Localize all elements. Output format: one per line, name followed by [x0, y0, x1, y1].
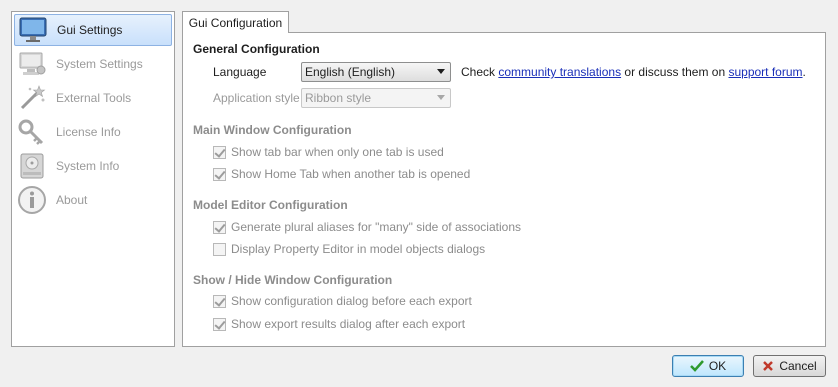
chevron-down-icon: [437, 95, 445, 100]
property-editor-checkbox[interactable]: [213, 242, 226, 256]
sidebar-item-label: External Tools: [56, 91, 132, 105]
config-dialog-option[interactable]: Show configuration dialog before each ex…: [213, 294, 472, 308]
show-home-tab-checkbox[interactable]: [213, 167, 226, 181]
application-style-select[interactable]: Ribbon style: [301, 88, 451, 108]
sidebar-item-label: License Info: [56, 125, 121, 139]
sidebar-item-license-info[interactable]: License Info: [14, 116, 172, 148]
ok-button-label: OK: [708, 359, 727, 373]
ok-button[interactable]: OK: [672, 355, 744, 377]
application-style-value: Ribbon style: [305, 91, 372, 105]
export-results-checkbox[interactable]: [213, 317, 226, 331]
property-editor-label: Display Property Editor in model objects…: [231, 242, 486, 256]
sidebar-item-gui-settings[interactable]: Gui Settings: [14, 14, 172, 46]
show-home-tab-option[interactable]: Show Home Tab when another tab is opened: [213, 167, 470, 181]
plural-aliases-option[interactable]: Generate plural aliases for "many" side …: [213, 220, 521, 234]
sidebar-item-system-info[interactable]: System Info: [14, 150, 172, 182]
close-icon: [762, 360, 774, 372]
chevron-down-icon: [437, 69, 445, 74]
export-results-label: Show export results dialog after each ex…: [231, 317, 466, 331]
sidebar-item-external-tools[interactable]: External Tools: [14, 82, 172, 114]
sidebar-item-system-settings[interactable]: System Settings: [14, 48, 172, 80]
language-select-value: English (English): [305, 65, 396, 79]
sidebar: Gui Settings System Settings External To…: [11, 11, 175, 347]
support-forum-link[interactable]: support forum: [728, 65, 802, 79]
sidebar-item-label: System Info: [56, 159, 120, 173]
monitor-icon: [17, 14, 49, 46]
translations-hint: Check community translations or discuss …: [461, 65, 806, 79]
show-tab-bar-option[interactable]: Show tab bar when only one tab is used: [213, 145, 444, 159]
check-text: Check: [461, 65, 496, 79]
computer-settings-icon: [16, 48, 48, 80]
key-icon: [16, 116, 48, 148]
settings-panel: General Configuration Language English (…: [182, 32, 826, 347]
config-dialog-label: Show configuration dialog before each ex…: [231, 294, 472, 308]
plural-aliases-label: Generate plural aliases for "many" side …: [231, 220, 521, 234]
sidebar-item-label: System Settings: [56, 57, 143, 71]
tab-gui-configuration[interactable]: Gui Configuration: [182, 11, 289, 33]
checkmark-icon: [689, 360, 704, 372]
cancel-button-label: Cancel: [779, 359, 817, 373]
period-text: .: [802, 65, 806, 79]
application-style-label: Application style: [213, 91, 300, 105]
config-dialog-checkbox[interactable]: [213, 294, 226, 308]
tab-label: Gui Configuration: [188, 15, 283, 30]
show-tab-bar-label: Show tab bar when only one tab is used: [231, 145, 444, 159]
info-icon: [16, 184, 48, 216]
model-editor-section-title: Model Editor Configuration: [193, 198, 348, 212]
show-hide-section-title: Show / Hide Window Configuration: [193, 273, 393, 287]
plural-aliases-checkbox[interactable]: [213, 220, 226, 234]
language-label: Language: [213, 65, 267, 79]
property-editor-option[interactable]: Display Property Editor in model objects…: [213, 242, 485, 256]
general-section-title: General Configuration: [193, 42, 320, 56]
cancel-button[interactable]: Cancel: [753, 355, 826, 377]
sidebar-item-about[interactable]: About: [14, 184, 172, 216]
language-select[interactable]: English (English): [301, 62, 451, 82]
export-results-option[interactable]: Show export results dialog after each ex…: [213, 317, 465, 331]
main-window-section-title: Main Window Configuration: [193, 123, 352, 137]
sidebar-item-label: Gui Settings: [57, 23, 123, 37]
community-translations-link[interactable]: community translations: [498, 65, 621, 79]
or-text: or discuss them on: [624, 65, 726, 79]
magic-wand-icon: [16, 82, 48, 114]
hard-drive-icon: [16, 150, 48, 182]
sidebar-item-label: About: [56, 193, 88, 207]
show-home-tab-label: Show Home Tab when another tab is opened: [231, 167, 471, 181]
show-tab-bar-checkbox[interactable]: [213, 145, 226, 159]
